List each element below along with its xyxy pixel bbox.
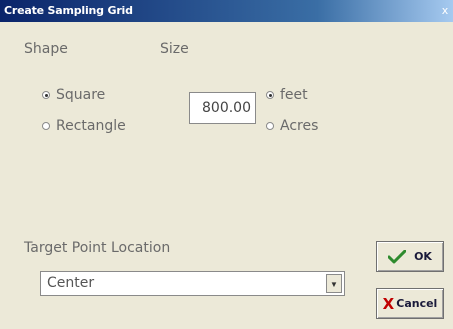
size-label: Size — [160, 41, 189, 57]
ok-button-label: OK — [414, 250, 432, 263]
radio-unselected-icon — [42, 122, 50, 130]
radio-selected-icon — [42, 91, 50, 99]
target-location-value: Center — [47, 275, 95, 291]
unit-radio-acres[interactable]: Acres — [266, 118, 318, 134]
target-point-location-label: Target Point Location — [24, 240, 171, 256]
window-title: Create Sampling Grid — [4, 4, 133, 17]
radio-selected-icon — [266, 91, 274, 99]
create-sampling-grid-dialog: Create Sampling Grid x Shape Size Square… — [0, 0, 453, 329]
shape-radio-square-label: Square — [56, 87, 106, 103]
radio-unselected-icon — [266, 122, 274, 130]
cancel-button[interactable]: X Cancel — [376, 288, 444, 319]
ok-button[interactable]: OK — [376, 241, 444, 272]
cancel-button-label: Cancel — [396, 297, 438, 310]
dropdown-arrow-icon[interactable]: ▼ — [326, 274, 342, 293]
shape-radio-rectangle-label: Rectangle — [56, 118, 126, 134]
cancel-x-icon: X — [382, 294, 395, 313]
unit-radio-feet-label: feet — [280, 87, 308, 103]
unit-radio-acres-label: Acres — [280, 118, 319, 134]
target-location-select[interactable]: Center ▼ — [40, 271, 345, 296]
shape-radio-rectangle[interactable]: Rectangle — [42, 118, 126, 134]
title-bar: Create Sampling Grid x — [0, 0, 453, 22]
shape-label: Shape — [24, 41, 68, 57]
close-button[interactable]: x — [439, 3, 451, 18]
size-input[interactable] — [189, 92, 256, 124]
unit-radio-feet[interactable]: feet — [266, 87, 308, 103]
checkmark-icon — [388, 249, 407, 263]
shape-radio-square[interactable]: Square — [42, 87, 105, 103]
